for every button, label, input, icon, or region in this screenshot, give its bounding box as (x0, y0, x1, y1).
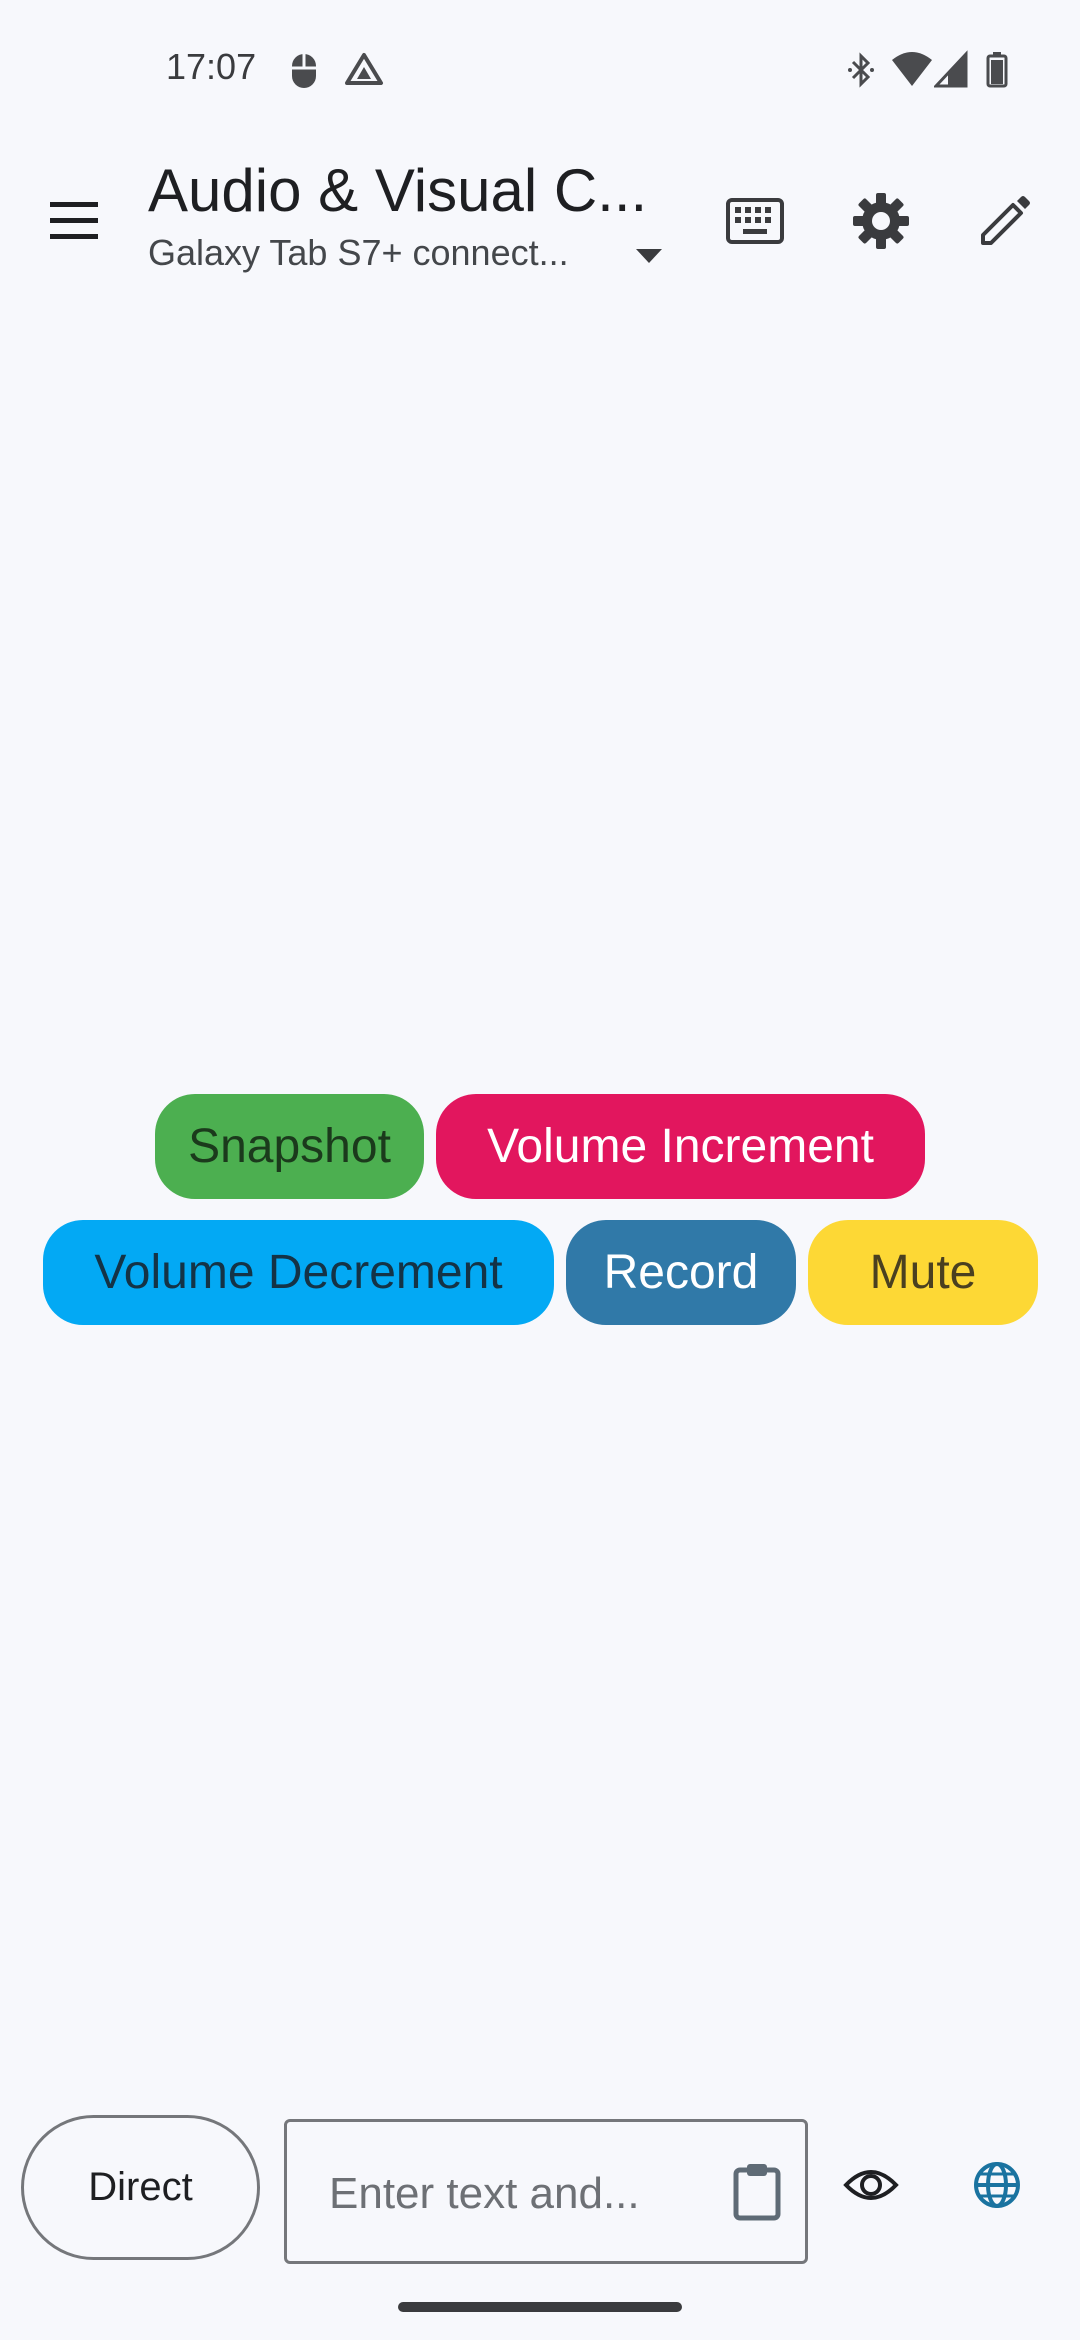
text-input-field[interactable] (284, 2119, 808, 2264)
menu-button[interactable] (40, 190, 110, 250)
app-bar: Audio & Visual C... Galaxy Tab S7+ conne… (0, 140, 1080, 300)
volume-decrement-button[interactable]: Volume Decrement (43, 1220, 554, 1325)
gear-icon (853, 193, 909, 249)
volume-increment-button[interactable]: Volume Increment (436, 1094, 925, 1199)
bluetooth-icon (848, 52, 874, 88)
mute-button[interactable]: Mute (808, 1220, 1038, 1325)
paste-button[interactable] (719, 2154, 795, 2230)
record-button[interactable]: Record (566, 1220, 796, 1325)
clipboard-icon (733, 2164, 781, 2221)
wifi-icon (892, 52, 932, 86)
device-selector[interactable]: Galaxy Tab S7+ connect... (148, 232, 678, 282)
direct-mode-button[interactable]: Direct (21, 2115, 260, 2260)
dropdown-arrow-icon (636, 249, 662, 263)
page-title: Audio & Visual C... (148, 157, 648, 224)
text-input[interactable] (327, 2158, 701, 2230)
language-button[interactable] (962, 2150, 1032, 2220)
snapshot-button[interactable]: Snapshot (155, 1094, 424, 1199)
eye-icon (843, 2170, 899, 2200)
drive-icon (345, 53, 383, 85)
status-bar: 17:07 (0, 0, 1080, 140)
device-selector-label: Galaxy Tab S7+ connect... (148, 232, 569, 273)
edit-button[interactable] (970, 186, 1040, 256)
signal-icon (934, 50, 968, 88)
mouse-icon (292, 54, 316, 88)
settings-button[interactable] (846, 186, 916, 256)
battery-icon (986, 52, 1008, 88)
globe-icon (974, 2162, 1020, 2208)
pencil-icon (981, 196, 1030, 245)
hamburger-menu-icon (50, 202, 98, 239)
visibility-button[interactable] (836, 2150, 906, 2220)
keyboard-icon (726, 198, 784, 244)
keyboard-button[interactable] (720, 186, 790, 256)
status-time: 17:07 (166, 46, 257, 87)
home-indicator[interactable] (398, 2302, 682, 2312)
